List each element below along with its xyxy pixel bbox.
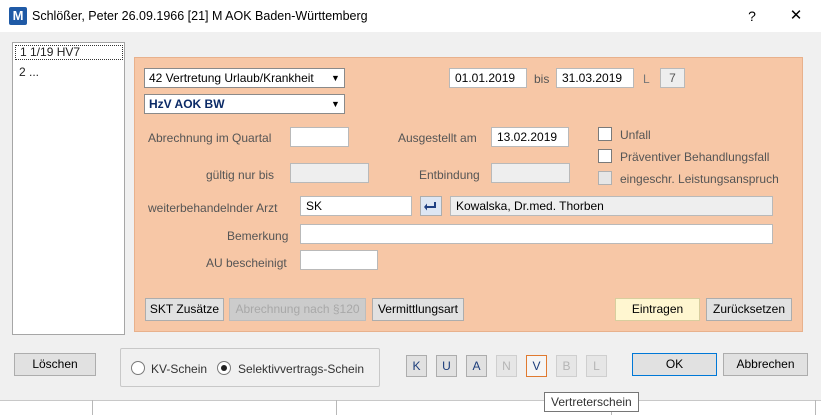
letter-u-button[interactable]: U xyxy=(436,355,457,377)
schein-type-select[interactable]: 42 Vertretung Urlaub/Krankheit ▼ xyxy=(144,68,345,88)
tooltip: Vertreterschein xyxy=(544,392,639,412)
strip-divider xyxy=(815,400,816,415)
letter-l-button[interactable]: L xyxy=(586,355,607,377)
zuruecksetzen-button[interactable]: Zurücksetzen xyxy=(706,298,792,321)
l-value-field: 7 xyxy=(660,68,685,88)
unfall-checkbox[interactable] xyxy=(598,127,612,141)
praeventiv-checkbox[interactable] xyxy=(598,149,612,163)
letter-v-button[interactable]: V xyxy=(526,355,547,377)
selektiv-schein-radio[interactable] xyxy=(217,361,231,375)
au-label: AU bescheinigt xyxy=(206,256,287,270)
arzt-lookup-button[interactable] xyxy=(420,196,442,216)
help-button[interactable]: ? xyxy=(742,5,762,27)
schein-list[interactable]: 1 1/19 HV7 2 ... xyxy=(12,42,125,335)
app-logo-icon: M xyxy=(9,7,27,25)
abrechnung-120-button[interactable]: Abrechnung nach §120 xyxy=(229,298,366,321)
date-to-field[interactable]: 31.03.2019 xyxy=(556,68,634,88)
abbrechen-button[interactable]: Abbrechen xyxy=(723,353,808,376)
chevron-down-icon: ▼ xyxy=(331,73,340,83)
contract-value: HzV AOK BW xyxy=(149,97,225,111)
background-window-strip xyxy=(0,400,821,415)
arzt-name-field: Kowalska, Dr.med. Thorben xyxy=(450,196,773,216)
loeschen-button[interactable]: Löschen xyxy=(14,353,96,376)
vermittlungsart-button[interactable]: Vermittlungsart xyxy=(372,298,464,321)
bemerkung-field[interactable] xyxy=(300,224,773,244)
gueltig-label: gültig nur bis xyxy=(206,168,275,182)
eintragen-button[interactable]: Eintragen xyxy=(615,298,700,321)
list-item[interactable]: 2 ... xyxy=(15,65,39,80)
list-item[interactable]: 1 1/19 HV7 xyxy=(15,45,123,60)
abrechnung-label: Abrechnung im Quartal xyxy=(148,131,272,145)
bemerkung-label: Bemerkung xyxy=(227,229,289,243)
letter-k-button[interactable]: K xyxy=(406,355,427,377)
eingeschr-checkbox[interactable] xyxy=(598,171,612,185)
l-label: L xyxy=(643,72,650,86)
contract-select[interactable]: HzV AOK BW ▼ xyxy=(144,94,345,114)
praeventiv-label: Präventiver Behandlungsfall xyxy=(620,150,770,164)
enter-arrow-icon xyxy=(424,202,436,211)
ok-button[interactable]: OK xyxy=(632,353,717,376)
kv-schein-label: KV-Schein xyxy=(151,362,208,376)
letter-b-button[interactable]: B xyxy=(556,355,577,377)
eingeschr-label: eingeschr. Leistungsanspruch xyxy=(620,172,779,186)
date-from-field[interactable]: 01.01.2019 xyxy=(449,68,527,88)
kv-schein-radio[interactable] xyxy=(131,361,145,375)
entbindung-field[interactable] xyxy=(491,163,570,183)
arzt-code-field[interactable]: SK xyxy=(300,196,412,216)
ausgestellt-label: Ausgestellt am xyxy=(398,131,477,145)
entbindung-label: Entbindung xyxy=(419,168,480,182)
au-field[interactable] xyxy=(300,250,378,270)
letter-n-button[interactable]: N xyxy=(496,355,517,377)
close-button[interactable]: ✕ xyxy=(786,5,806,27)
schein-type-value: 42 Vertretung Urlaub/Krankheit xyxy=(149,71,314,85)
strip-divider xyxy=(92,400,93,415)
arzt-label: weiterbehandelnder Arzt xyxy=(148,201,278,215)
skt-zusaetze-button[interactable]: SKT Zusätze xyxy=(145,298,224,321)
chevron-down-icon: ▼ xyxy=(331,99,340,109)
gueltig-field[interactable] xyxy=(290,163,369,183)
bis-label: bis xyxy=(534,72,550,86)
strip-divider xyxy=(336,400,337,415)
abrechnung-quartal-field[interactable] xyxy=(290,127,349,147)
selektiv-schein-label: Selektivvertrags-Schein xyxy=(238,362,365,376)
letter-a-button[interactable]: A xyxy=(466,355,487,377)
unfall-label: Unfall xyxy=(620,128,651,142)
window-title: Schlößer, Peter 26.09.1966 [21] M AOK Ba… xyxy=(32,9,368,23)
ausgestellt-field[interactable]: 13.02.2019 xyxy=(491,127,569,147)
